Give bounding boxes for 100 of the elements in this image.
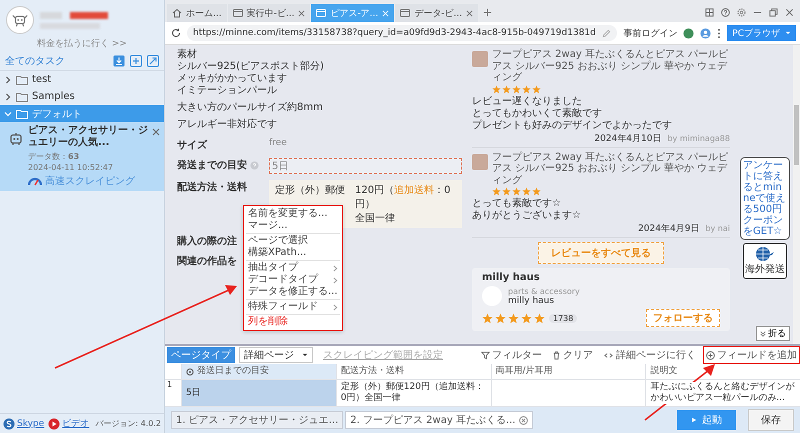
toolbar-action[interactable]: フィールドを追加 [703, 346, 800, 364]
menu-item[interactable]: 列を削除 [246, 316, 340, 328]
rating-count: 1738 [549, 314, 578, 322]
menu-item[interactable]: 抽出タイプ [246, 262, 340, 274]
menu-item[interactable]: デコードタイプ [246, 274, 340, 286]
spec-label: サイズ [177, 138, 207, 152]
star-icon [522, 84, 531, 94]
help-icon[interactable] [721, 8, 730, 17]
close-icon[interactable] [466, 10, 474, 16]
toolbar-action[interactable]: クリア [549, 346, 596, 364]
export-icon[interactable] [147, 55, 159, 67]
save-button[interactable]: 保存 [748, 409, 794, 431]
table-row[interactable]: 1 5日 定形（外）郵便120円（追加送料：0円）全国一律 耳たぶにふくるんと絡むデザインがかわいいピアス一粒パールのみ... [165, 380, 800, 407]
review-text: プレゼントも好みのデザインでよかったです [472, 120, 673, 132]
review-text: ありがとうございます☆ [472, 210, 582, 222]
avatar-icon [6, 6, 34, 34]
browser-tab[interactable]: ホーム... [167, 4, 227, 22]
review-text: とっても素敵です☆ [472, 198, 562, 210]
menu-item[interactable]: データを修正する... [246, 286, 340, 298]
page-type-label: ページタイプ [167, 347, 235, 363]
shop-title: milly haus [482, 272, 541, 283]
close-icon[interactable] [519, 416, 528, 424]
chevron-right-icon[interactable] [4, 76, 12, 84]
shipping-price: 120円（追加送料：0円） [355, 184, 452, 211]
description-text: アレルギー非対応です [177, 119, 278, 131]
spec-label: 発送までの目安 [177, 158, 247, 172]
trash-icon [552, 350, 561, 360]
more-icon[interactable] [717, 28, 722, 38]
pencil-icon[interactable] [602, 28, 612, 38]
folder-item[interactable]: Samples [0, 88, 164, 105]
footer-link[interactable]: ビデオ [48, 417, 90, 430]
column-header[interactable]: 配送方法・送料 [336, 364, 490, 379]
star-icon [502, 187, 511, 196]
page-tab[interactable]: 1. ピアス・アクセサリー・ジュエ... [171, 411, 344, 429]
star-icon [521, 313, 532, 324]
close-icon[interactable] [298, 10, 306, 16]
description-text: シルバー925(ピアスポスト部分) [177, 61, 325, 73]
section-title: 全てのタスク [5, 55, 65, 68]
star-icon [532, 84, 541, 94]
restore-icon[interactable] [769, 8, 778, 17]
browser-tab[interactable]: 実行中-ビ... [228, 4, 310, 22]
task-item[interactable]: ピアス・アクセサリー・ジュエリーの人気... データ数：63 2024-04-11 10:52:47 高速スクレイピング [0, 122, 164, 191]
menu-item[interactable]: 特殊フィールド [246, 301, 340, 313]
reload-icon[interactable] [171, 28, 181, 38]
folder-icon [16, 74, 28, 84]
browser-tab[interactable]: データ-ビ... [395, 4, 478, 22]
shipping-method: 定形（外）郵便 [275, 184, 345, 197]
footer-link[interactable]: Skype [3, 418, 44, 430]
menu-item[interactable]: 名前を変更する... [246, 208, 340, 220]
chevron-right-icon[interactable] [4, 92, 12, 100]
review-date: 2024年4月10日 [594, 132, 662, 144]
filter-icon [481, 350, 490, 360]
collapse-button[interactable]: 折る [756, 326, 790, 341]
speed-gauge-icon [28, 176, 42, 186]
column-header[interactable]: 発送日までの目安 [181, 364, 336, 379]
overseas-shipping-button[interactable]: 海外発送 [743, 243, 787, 279]
page-icon [316, 8, 326, 18]
page-type-select[interactable]: 詳細ページ [239, 347, 313, 363]
star-icon [502, 84, 511, 94]
menu-item[interactable]: マージ... [246, 220, 340, 232]
double-chevron-icon [760, 330, 766, 336]
new-task-icon[interactable] [130, 55, 142, 67]
shop-category: parts & accessory [508, 286, 580, 296]
scrollbar-thumb[interactable] [794, 105, 799, 165]
extension-icon[interactable] [683, 28, 694, 38]
review-product-title: フープピアス 2way 耳たぶくるんとピアス パールピアス シルバー925 おおぶり シンプル 華やか ウェディング [492, 152, 730, 186]
chevron-down-icon[interactable] [4, 110, 12, 118]
star-icon [495, 313, 506, 324]
shop-name: milly haus [508, 296, 554, 306]
survey-bubble[interactable]: アンケートに答えるとminneで使える500円クーポンをGET☆ [740, 157, 790, 240]
row-number: 1 [166, 380, 174, 391]
chevron-right-icon [332, 304, 338, 310]
pre-login-link[interactable]: 事前ログイン [623, 26, 678, 40]
folder-item[interactable]: test [0, 71, 164, 88]
import-icon[interactable] [113, 55, 125, 67]
close-icon[interactable] [152, 128, 160, 136]
url-field[interactable]: https://minne.com/items/33158738?query_id=a09fd9d3-2943-4ac8-915b-049719d1381d [187, 25, 618, 41]
column-header[interactable]: 両耳用/片耳用 [490, 364, 646, 379]
new-tab-icon[interactable] [483, 8, 492, 17]
spec-label: 配送方法・送料 [177, 180, 247, 194]
toolbar-action[interactable]: 詳細ページに行く [600, 346, 699, 364]
star-icon [534, 313, 545, 324]
close-icon[interactable] [785, 8, 794, 17]
profile-icon[interactable] [700, 28, 712, 38]
star-icon [492, 84, 501, 94]
toolbar-action[interactable]: フィルター [478, 346, 545, 364]
menu-item[interactable]: ページで選択 [246, 235, 340, 247]
globe-plane-icon [755, 246, 775, 262]
review-text: レビュー遅くなりました [472, 96, 583, 108]
redacted-badge-block [70, 12, 108, 18]
page-tab[interactable]: 2. フープピアス 2way 耳たぶくる... [345, 411, 534, 429]
grid-icon[interactable] [705, 8, 714, 17]
menu-item[interactable]: 構築XPath... [246, 247, 340, 259]
folder-icon [16, 92, 28, 102]
task-title: ピアス・アクセサリー・ジュエリーの人気... [28, 125, 148, 149]
settings-icon[interactable] [737, 8, 746, 17]
target-icon [186, 368, 194, 376]
data-count: データ数：63 [28, 151, 80, 162]
star-icon [492, 187, 501, 196]
add-circle-icon [706, 350, 715, 360]
